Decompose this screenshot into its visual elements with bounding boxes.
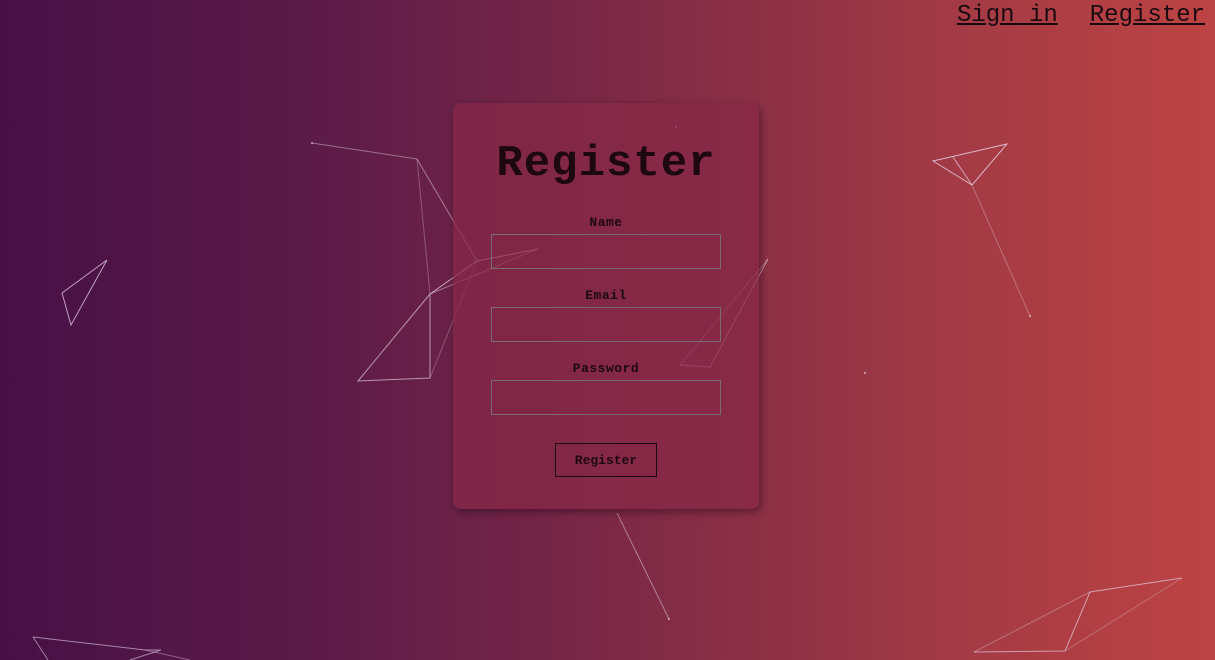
top-navigation: Sign in Register — [957, 2, 1205, 29]
bg-shape — [61, 259, 108, 327]
bg-line — [311, 142, 418, 160]
email-field[interactable] — [491, 307, 721, 342]
bg-line — [356, 293, 431, 382]
register-button[interactable]: Register — [555, 443, 657, 477]
email-label: Email — [585, 288, 627, 303]
name-field[interactable] — [491, 234, 721, 269]
bg-dot — [864, 372, 866, 374]
bg-line — [973, 577, 1183, 653]
bg-line — [952, 156, 973, 186]
bg-dot — [668, 618, 670, 620]
bg-shape — [931, 143, 1009, 186]
bg-line — [616, 512, 670, 620]
bg-line — [971, 184, 1031, 317]
bg-line — [1064, 577, 1183, 652]
register-form-card: Register Name Email Password Register — [453, 103, 759, 509]
password-label: Password — [572, 361, 640, 376]
password-field[interactable] — [491, 380, 721, 415]
sign-in-link[interactable]: Sign in — [957, 2, 1058, 29]
bg-line — [416, 158, 431, 295]
bg-line — [32, 636, 162, 660]
bg-dot — [1029, 315, 1031, 317]
name-label: Name — [589, 215, 623, 230]
register-link[interactable]: Register — [1090, 2, 1205, 29]
page-title: Register — [496, 139, 716, 189]
bg-line — [32, 636, 49, 660]
bg-dot — [311, 142, 313, 144]
bg-line — [144, 649, 191, 660]
bg-line — [973, 591, 1091, 653]
